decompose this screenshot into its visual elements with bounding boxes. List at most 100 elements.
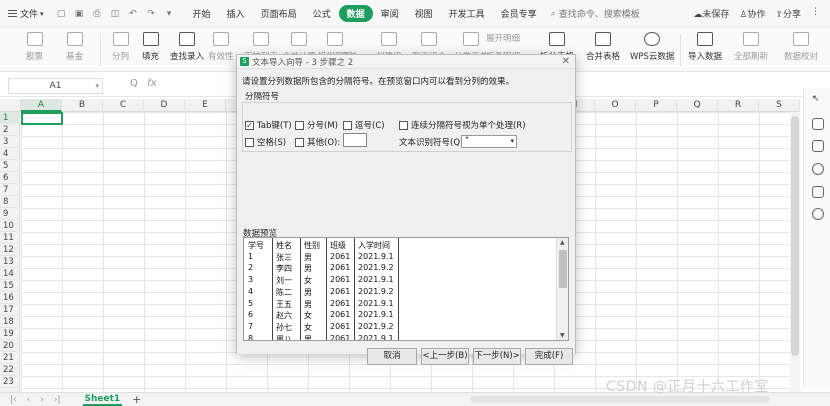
print-preview-icon[interactable]: ▣ [74,8,85,19]
preview-scroll-thumb[interactable] [559,250,567,288]
column-header[interactable]: E [185,99,226,112]
name-box[interactable]: A1 ▾ [8,78,103,94]
split-columns-button[interactable]: 分列 [112,32,129,62]
column-break-line[interactable] [398,238,399,340]
column-break-line[interactable] [354,238,355,340]
column-header[interactable]: P [636,99,677,112]
row-header[interactable]: 12 [0,244,20,256]
tab-view[interactable]: 视图 [407,5,441,22]
back-button[interactable]: <上一步(B) [421,348,469,365]
row-header[interactable]: 10 [0,220,20,232]
column-break-line[interactable] [300,238,301,340]
validation-button[interactable]: 有效性 [208,32,234,62]
help-icon[interactable] [812,163,824,175]
zoom-icon[interactable]: Q [130,78,138,89]
row-header[interactable]: 23 [0,376,20,388]
next-sheet-icon[interactable]: › [40,395,44,405]
other-checkbox[interactable]: 其他(O): [295,136,340,148]
scroll-up-icon[interactable]: ▲ [560,239,565,246]
row-header[interactable]: 2 [0,124,20,136]
merge-table-button[interactable]: 合并表格 [586,32,620,62]
column-header[interactable]: D [144,99,185,112]
fill-button[interactable]: 填充 [142,32,159,62]
row-header[interactable]: 5 [0,160,20,172]
last-sheet-icon[interactable]: ›| [54,395,61,405]
row-header[interactable]: 7 [0,184,20,196]
consecutive-checkbox[interactable]: 连续分隔符号视为单个处理(R) [399,119,526,131]
tab-review[interactable]: 审阅 [373,5,407,22]
fund-button[interactable]: 基金 [66,32,83,62]
stock-button[interactable]: 股票 [26,32,43,62]
cancel-button[interactable]: 取消 [367,348,417,365]
scroll-down-icon[interactable]: ▼ [560,332,565,339]
row-header[interactable]: 17 [0,304,20,316]
row-header[interactable]: 15 [0,280,20,292]
active-cell[interactable] [21,112,63,125]
tab-insert[interactable]: 插入 [219,5,253,22]
column-header[interactable]: O [595,99,636,112]
row-header[interactable]: 19 [0,328,20,340]
space-checkbox[interactable]: 空格(S) [245,136,286,148]
data-proofread-button[interactable]: 数据校对 [784,32,818,62]
finish-button[interactable]: 完成(F) [525,348,573,365]
import-data-button[interactable]: 导入数据 [688,32,722,62]
tab-formulas[interactable]: 公式 [305,5,339,22]
select-all-corner[interactable] [0,99,21,112]
column-header[interactable]: Q [677,99,718,112]
expand-detail-button[interactable]: 展开明细 [486,32,520,44]
column-header[interactable]: B [62,99,103,112]
row-header[interactable]: 21 [0,352,20,364]
column-break-line[interactable] [272,238,273,340]
refresh-all-button[interactable]: 全部刷新 [734,32,768,62]
print-icon[interactable]: ⎙ [92,8,103,19]
backup-icon[interactable] [812,140,824,152]
qualifier-select[interactable]: " ▾ [461,135,517,148]
command-search[interactable]: ⌕ 查找命令、搜索模板 [551,7,640,21]
row-header[interactable]: 16 [0,292,20,304]
add-sheet-button[interactable]: + [132,393,141,406]
cursor-icon[interactable]: ↖ [812,94,824,106]
more-icon[interactable]: ⋮ [811,7,820,20]
first-sheet-icon[interactable]: |‹ [10,395,17,405]
lookup-entry-button[interactable]: 查找录入 [170,32,204,62]
row-header[interactable]: 1 [0,112,20,124]
save-icon[interactable]: ▢ [56,8,67,19]
export-icon[interactable]: ◫ [110,8,121,19]
column-header[interactable]: C [103,99,144,112]
tab-checkbox[interactable]: ✓ Tab键(T) [245,119,292,131]
row-header[interactable]: 22 [0,364,20,376]
location-icon[interactable] [812,208,824,220]
tab-data[interactable]: 数据 [338,5,373,22]
customize-icon[interactable]: ▾ [164,8,175,19]
file-menu[interactable]: 文件 ▾ [0,7,52,20]
tab-home[interactable]: 开始 [185,5,219,22]
share-panel-icon[interactable] [812,186,824,198]
tab-developer[interactable]: 开发工具 [441,5,493,22]
collaborate-button[interactable]: ♙协作 [739,7,765,20]
unsaved-status[interactable]: ☁未保存 [693,7,729,20]
horizontal-scrollbar[interactable] [470,396,770,403]
share-button[interactable]: ⇪分享 [775,7,801,20]
row-header[interactable]: 8 [0,196,20,208]
close-icon[interactable]: ✕ [562,56,570,67]
row-header[interactable]: 14 [0,268,20,280]
undo-icon[interactable]: ↶ [128,8,139,19]
tab-member[interactable]: 会员专享 [493,5,545,22]
tab-page-layout[interactable]: 页面布局 [253,5,305,22]
row-header[interactable]: 3 [0,136,20,148]
next-button[interactable]: 下一步(N)> [473,348,521,365]
column-header[interactable]: S [759,99,800,112]
column-header[interactable]: R [718,99,759,112]
vertical-scrollbar[interactable] [790,112,800,392]
scrollbar-thumb[interactable] [791,116,799,356]
sheet-tab-sheet1[interactable]: Sheet1 [82,394,123,406]
row-header[interactable]: 20 [0,340,20,352]
row-header[interactable]: 11 [0,232,20,244]
redo-icon[interactable]: ↷ [146,8,157,19]
semicolon-checkbox[interactable]: 分号(M) [295,119,338,131]
column-break-line[interactable] [326,238,327,340]
other-delimiter-input[interactable] [343,133,367,147]
row-header[interactable]: 13 [0,256,20,268]
comma-checkbox[interactable]: 逗号(C) [343,119,385,131]
row-header[interactable]: 6 [0,172,20,184]
